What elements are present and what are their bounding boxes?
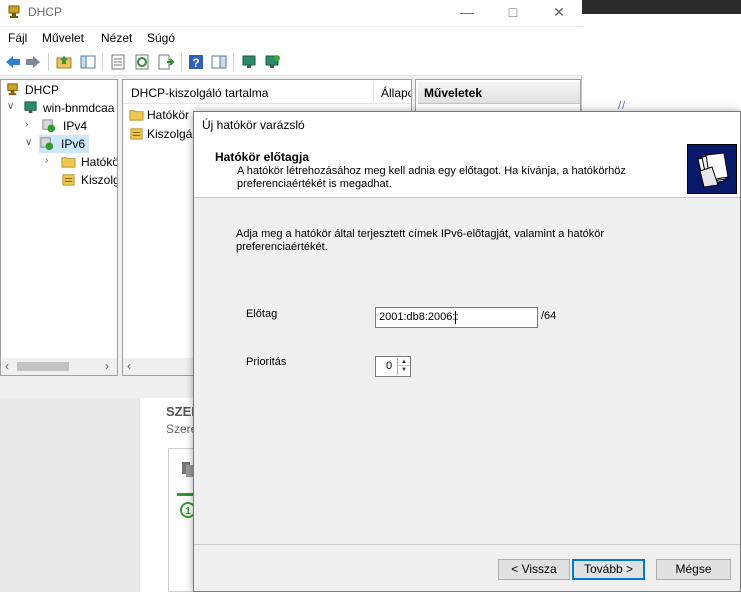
column-header-contents[interactable]: DHCP-kiszolgáló tartalma bbox=[131, 86, 268, 100]
console-tree-pane: DHCP ∨ win-bnmdcaa › IPv4 IPv6 ∨ › Hatók… bbox=[0, 79, 118, 376]
menu-action[interactable]: Művelet bbox=[42, 31, 84, 45]
spinner-buttons: ▲ ▼ bbox=[397, 358, 410, 375]
show-action-pane-icon[interactable] bbox=[210, 53, 228, 71]
tree-node-server-options[interactable]: Kiszolg bbox=[3, 171, 117, 189]
up-folder-icon[interactable] bbox=[55, 53, 73, 71]
wizard-instructions: Adja meg a hatókör által terjesztett cím… bbox=[236, 228, 605, 253]
back-button[interactable]: < Vissza bbox=[498, 559, 570, 580]
column-header-status[interactable]: Állapo bbox=[381, 86, 411, 100]
ipv4-icon bbox=[42, 119, 56, 133]
toolbar: ? bbox=[0, 49, 582, 76]
expand-chevron-icon[interactable]: › bbox=[45, 155, 48, 166]
tree-label-dhcp: DHCP bbox=[25, 83, 60, 97]
priority-value: 0 bbox=[386, 360, 393, 372]
scrollbar-thumb[interactable] bbox=[17, 362, 69, 371]
menu-help[interactable]: Súgó bbox=[147, 31, 175, 45]
tree-node-dhcp[interactable]: DHCP bbox=[3, 81, 117, 99]
options-icon bbox=[130, 128, 143, 140]
tree-node-server[interactable]: ∨ win-bnmdcaa bbox=[3, 99, 117, 117]
tree-label-server: win-bnmdcaa bbox=[43, 101, 115, 115]
tree-node-scopes[interactable]: › Hatókö bbox=[3, 153, 117, 171]
refresh-icon[interactable] bbox=[133, 53, 151, 71]
toolbar-separator bbox=[233, 53, 234, 71]
server-node-icon bbox=[24, 101, 37, 114]
show-hide-tree-icon[interactable] bbox=[79, 53, 97, 71]
wizard-titlebar: Új hatókör varázsló bbox=[194, 112, 740, 140]
properties-icon[interactable] bbox=[109, 53, 127, 71]
priority-label: Prioritás bbox=[246, 356, 287, 368]
wizard-title: Új hatókör varázsló bbox=[202, 118, 305, 132]
collapse-chevron-icon[interactable]: ∨ bbox=[25, 137, 32, 148]
maximize-button[interactable]: □ bbox=[490, 2, 536, 24]
forward-arrow-icon[interactable] bbox=[24, 53, 42, 71]
options-icon bbox=[62, 174, 75, 186]
wizard-footer-divider bbox=[194, 544, 740, 545]
export-list-icon[interactable] bbox=[157, 53, 175, 71]
list-item-label: Kiszolgál bbox=[147, 127, 196, 141]
tree-label-ipv4: IPv4 bbox=[63, 119, 88, 133]
wizard-header-subtitle: A hatókör létrehozásához meg kell adnia … bbox=[237, 165, 626, 190]
folder-icon bbox=[129, 110, 144, 121]
scroll-right-arrow-icon[interactable]: › bbox=[105, 359, 109, 373]
help-icon[interactable]: ? bbox=[187, 53, 205, 71]
tree-node-ipv6-selected[interactable]: IPv6 bbox=[39, 135, 89, 153]
prefix-label: Előtag bbox=[246, 308, 278, 320]
add-server-icon[interactable] bbox=[263, 53, 281, 71]
results-header: DHCP-kiszolgáló tartalma Állapo bbox=[123, 80, 411, 104]
ipv6-icon bbox=[40, 137, 54, 151]
wizard-header: Hatókör előtagja A hatókör létrehozásáho… bbox=[194, 140, 740, 198]
tree-label-scopes: Hatókö bbox=[81, 155, 118, 169]
back-arrow-icon[interactable] bbox=[4, 53, 22, 71]
scroll-left-arrow-icon[interactable]: ‹ bbox=[5, 359, 9, 373]
column-divider[interactable] bbox=[373, 82, 374, 102]
text-caret bbox=[455, 311, 456, 324]
close-button[interactable]: ✕ bbox=[536, 2, 582, 24]
wizard-header-title: Hatókör előtagja bbox=[215, 150, 310, 164]
expand-chevron-icon[interactable]: › bbox=[25, 119, 28, 130]
actions-header: Műveletek bbox=[418, 82, 580, 104]
spin-up-arrow-icon[interactable]: ▲ bbox=[398, 358, 410, 366]
svg-text:1: 1 bbox=[185, 506, 191, 517]
cancel-button[interactable]: Mégse bbox=[656, 559, 731, 580]
spin-down-arrow-icon[interactable]: ▼ bbox=[398, 366, 410, 374]
folder-icon bbox=[61, 157, 76, 168]
collapse-chevron-icon[interactable]: ∨ bbox=[7, 101, 14, 112]
prefix-input[interactable]: 2001:db8:2006:: bbox=[375, 307, 538, 328]
menu-bar: Fájl Művelet Nézet Súgó bbox=[0, 27, 582, 49]
wizard-folder-icon bbox=[687, 144, 737, 194]
toolbar-separator bbox=[48, 53, 49, 71]
menu-view[interactable]: Nézet bbox=[101, 31, 132, 45]
dhcp-root-icon bbox=[7, 83, 18, 96]
next-button[interactable]: Tovább > bbox=[572, 559, 645, 580]
scroll-left-arrow-icon[interactable]: ‹ bbox=[127, 359, 131, 373]
toolbar-separator bbox=[181, 53, 182, 71]
svg-text:?: ? bbox=[192, 56, 199, 70]
minimize-button[interactable]: — bbox=[444, 2, 490, 24]
prefix-input-value: 2001:db8:2006:: bbox=[379, 311, 459, 323]
actions-title: Műveletek bbox=[424, 86, 483, 100]
tree-label-ipv6: IPv6 bbox=[61, 137, 86, 151]
tree-node-ipv4[interactable]: › IPv4 bbox=[3, 117, 117, 135]
window-titlebar: DHCP — □ ✕ bbox=[0, 0, 582, 26]
tree-horizontal-scrollbar[interactable]: ‹ › bbox=[1, 358, 117, 375]
priority-spinner[interactable]: 0 ▲ ▼ bbox=[375, 356, 411, 377]
new-scope-wizard-dialog: Új hatókör varázsló Hatókör előtagja A h… bbox=[193, 111, 741, 592]
tree-label-server-options: Kiszolg bbox=[81, 173, 118, 187]
menu-file[interactable]: Fájl bbox=[8, 31, 27, 45]
background-window-titlebar bbox=[582, 0, 741, 14]
window-title: DHCP bbox=[28, 5, 63, 19]
server-icon[interactable] bbox=[240, 53, 258, 71]
list-item-label: Hatókör bbox=[147, 108, 190, 122]
toolbar-separator bbox=[102, 53, 103, 71]
prefix-length: /64 bbox=[541, 310, 557, 322]
dhcp-app-icon bbox=[8, 5, 20, 18]
